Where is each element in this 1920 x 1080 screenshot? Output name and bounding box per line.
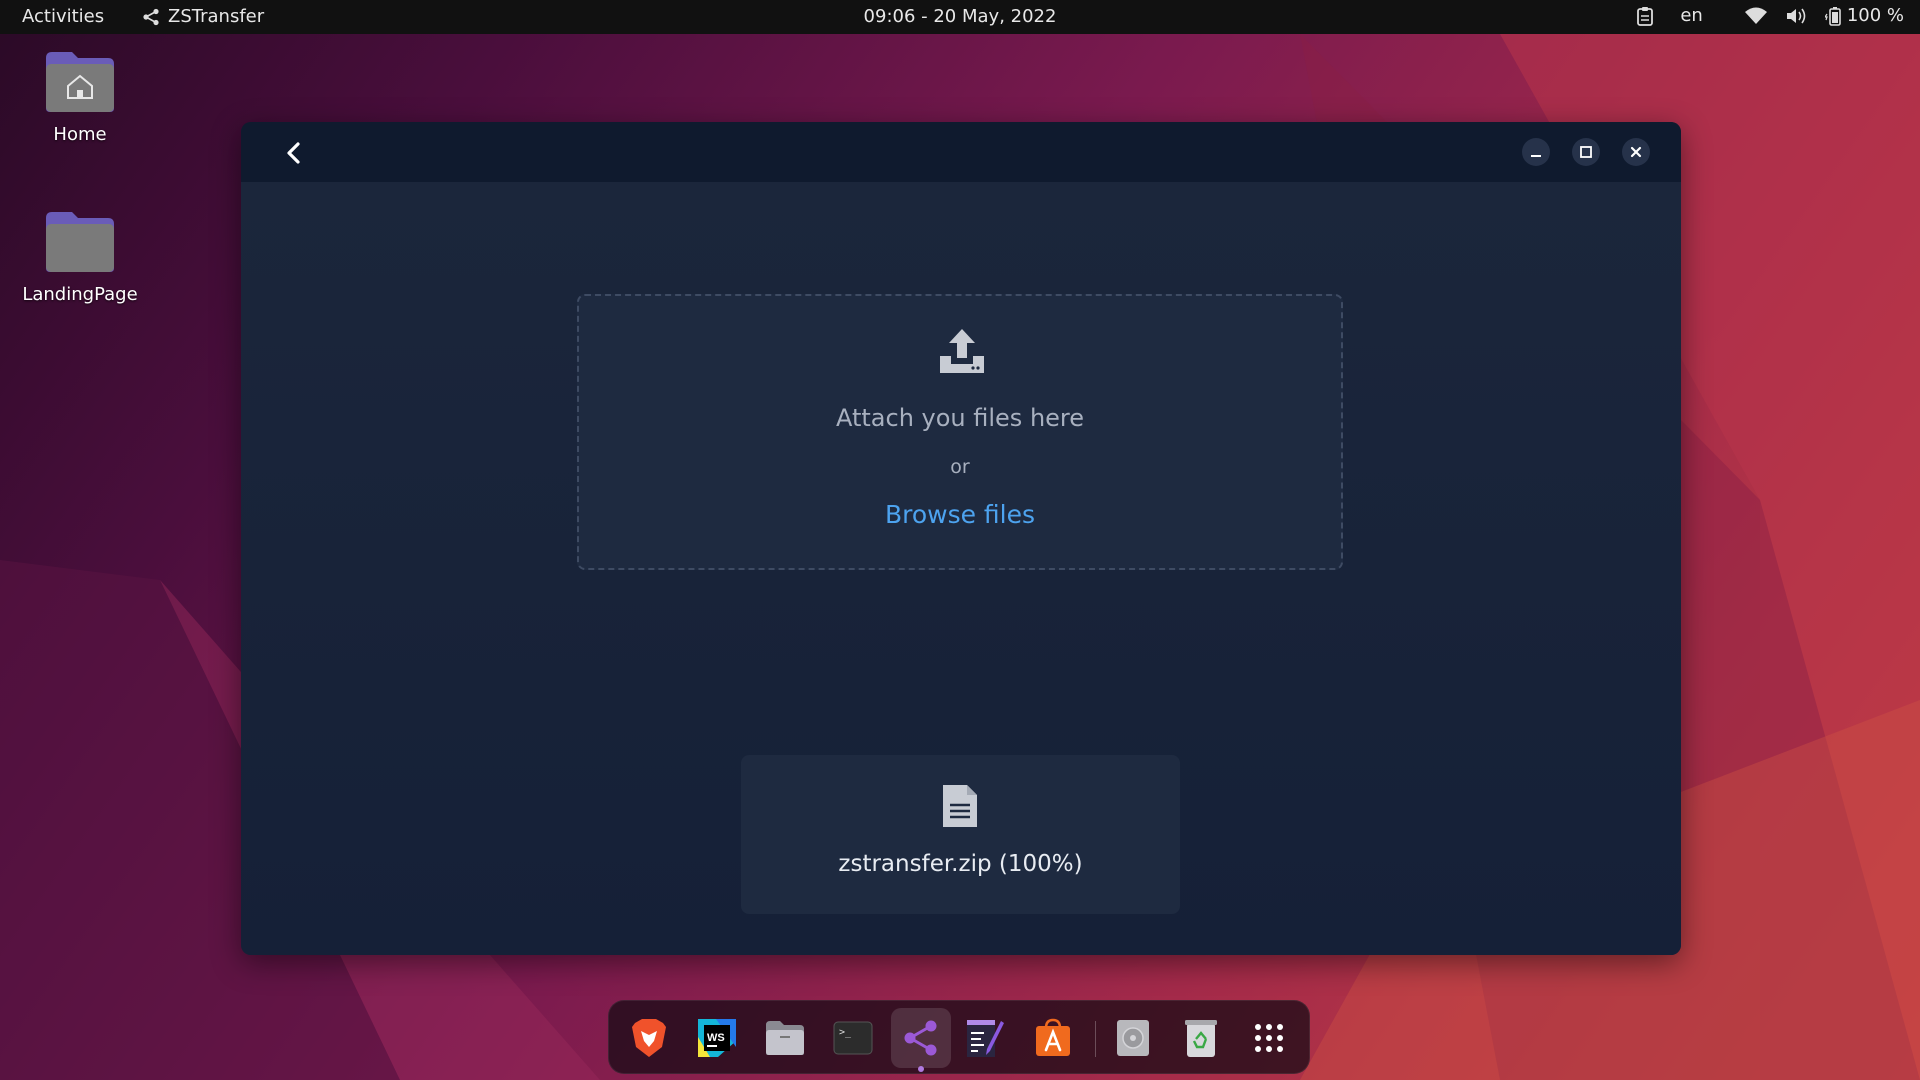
back-button[interactable] xyxy=(279,138,309,168)
close-icon xyxy=(1630,146,1642,158)
dock-terminal[interactable]: >_ xyxy=(829,1014,877,1062)
volume-icon[interactable] xyxy=(1785,7,1807,25)
terminal-icon: >_ xyxy=(833,1021,873,1055)
text-editor-icon xyxy=(967,1020,1004,1057)
clock: 09:06 - 20 May, 2022 xyxy=(0,6,1920,27)
file-dropzone[interactable]: Attach you files here or Browse files xyxy=(577,294,1343,570)
dock-files[interactable] xyxy=(761,1014,809,1062)
dock-app-store[interactable] xyxy=(1029,1014,1077,1062)
files-icon xyxy=(766,1021,804,1055)
desktop-icon-home[interactable]: Home xyxy=(20,50,140,145)
file-name-progress: zstransfer.zip (100%) xyxy=(838,851,1083,877)
trash-icon xyxy=(1185,1020,1217,1057)
app-store-icon xyxy=(1036,1018,1070,1056)
system-tray[interactable]: en 100 % xyxy=(1636,5,1904,26)
desktop-icon-label: LandingPage xyxy=(22,284,138,305)
window-titlebar[interactable] xyxy=(241,122,1681,182)
brave-browser-icon xyxy=(632,1019,666,1057)
dock-disk[interactable] xyxy=(1109,1014,1157,1062)
disk-icon xyxy=(1117,1020,1149,1056)
dock-trash[interactable] xyxy=(1177,1014,1225,1062)
window-content: Attach you files here or Browse files zs… xyxy=(241,182,1681,955)
dock-separator xyxy=(1095,1021,1096,1057)
webstorm-icon: WS xyxy=(698,1019,736,1057)
desktop-icon-landingpage[interactable]: LandingPage xyxy=(20,210,140,305)
chevron-left-icon xyxy=(287,142,300,164)
folder-icon xyxy=(44,210,116,274)
dock-brave[interactable] xyxy=(625,1014,673,1062)
file-item-card[interactable]: zstransfer.zip (100%) xyxy=(741,755,1180,914)
minimize-button[interactable] xyxy=(1522,138,1550,166)
dock-text-editor[interactable] xyxy=(961,1014,1009,1062)
close-button[interactable] xyxy=(1622,138,1650,166)
app-name-label: ZSTransfer xyxy=(168,6,265,27)
wifi-icon[interactable] xyxy=(1744,7,1767,25)
app-menu[interactable]: ZSTransfer xyxy=(142,6,264,27)
maximize-button[interactable] xyxy=(1572,138,1600,166)
clock-label[interactable]: 09:06 - 20 May, 2022 xyxy=(864,6,1057,27)
svg-text:>_: >_ xyxy=(839,1027,852,1038)
share-icon xyxy=(143,8,159,25)
file-document-icon xyxy=(943,785,977,827)
dock-running-indicator xyxy=(918,1066,924,1072)
browse-files-row: Browse files xyxy=(579,500,1341,529)
battery-indicator[interactable]: 100 % xyxy=(1824,5,1904,26)
attach-files-label: Attach you files here xyxy=(835,404,1085,432)
dock: WS >_ xyxy=(608,1000,1310,1074)
maximize-icon xyxy=(1580,146,1592,158)
minimize-icon xyxy=(1531,155,1541,157)
browse-files-link[interactable]: Browse files xyxy=(885,500,1035,529)
activities-button[interactable]: Activities xyxy=(22,6,104,27)
language-indicator[interactable]: en xyxy=(1680,5,1702,26)
svg-text:WS: WS xyxy=(707,1032,725,1044)
or-label: or xyxy=(950,456,970,478)
desktop-icon-label: Home xyxy=(53,124,107,145)
battery-label: 100 % xyxy=(1846,5,1904,26)
clipboard-icon[interactable] xyxy=(1636,6,1654,26)
dock-show-apps[interactable] xyxy=(1245,1014,1293,1062)
zstransfer-window: Attach you files here or Browse files zs… xyxy=(241,122,1681,955)
top-bar: Activities ZSTransfer 09:06 - 20 May, 20… xyxy=(0,0,1920,34)
battery-icon xyxy=(1824,6,1841,26)
dock-zstransfer[interactable] xyxy=(891,1008,951,1068)
zstransfer-share-icon xyxy=(904,1020,937,1056)
dock-webstorm[interactable]: WS xyxy=(693,1014,741,1062)
upload-icon xyxy=(940,329,984,373)
show-apps-grid-icon xyxy=(1255,1024,1283,1052)
home-folder-icon xyxy=(44,50,116,114)
